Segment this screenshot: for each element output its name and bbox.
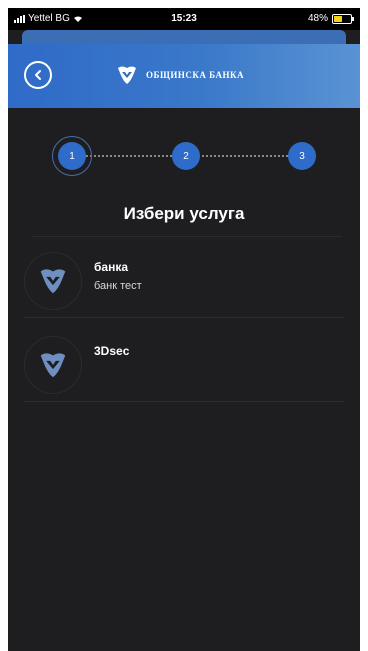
battery-fill [334,15,342,22]
chevron-left-icon [35,70,41,80]
step-connector [86,155,172,157]
step-2: 2 [172,142,200,170]
service-subtitle: банк тест [94,280,142,292]
app-header: ОБЩИНСКА БАНКА [8,44,360,108]
divider [32,236,342,237]
battery-info: 48% [307,13,354,24]
service-avatar [24,336,82,394]
shield-logo-icon [40,269,66,294]
page-title: Избери услуга [123,204,245,223]
bank-name: ОБЩИНСКА БАНКА [146,70,244,80]
list-divider [24,401,344,402]
service-title: 3Dsec [94,344,130,358]
shield-logo-icon [118,66,136,84]
list-divider [24,317,344,318]
service-title: банка [94,260,129,274]
bank-logo: ОБЩИНСКА БАНКА [116,64,244,86]
stepper: 1 2 3 [8,108,360,208]
back-button[interactable] [24,61,52,89]
shield-logo-icon [40,353,66,378]
battery-percent: 48% [307,13,328,24]
service-avatar [24,252,82,310]
service-item[interactable]: 3Dsec [24,326,344,402]
battery-icon [332,13,354,24]
step-1: 1 [58,142,86,170]
status-bar: Yettel BG 15:23 48% [8,8,360,30]
service-item[interactable]: банка банк тест [24,242,344,318]
step-connector [202,155,288,157]
step-3: 3 [288,142,316,170]
app-screen: Yettel BG 15:23 48% ОБЩИНСКА БАНКА 1 2 3… [8,8,360,651]
